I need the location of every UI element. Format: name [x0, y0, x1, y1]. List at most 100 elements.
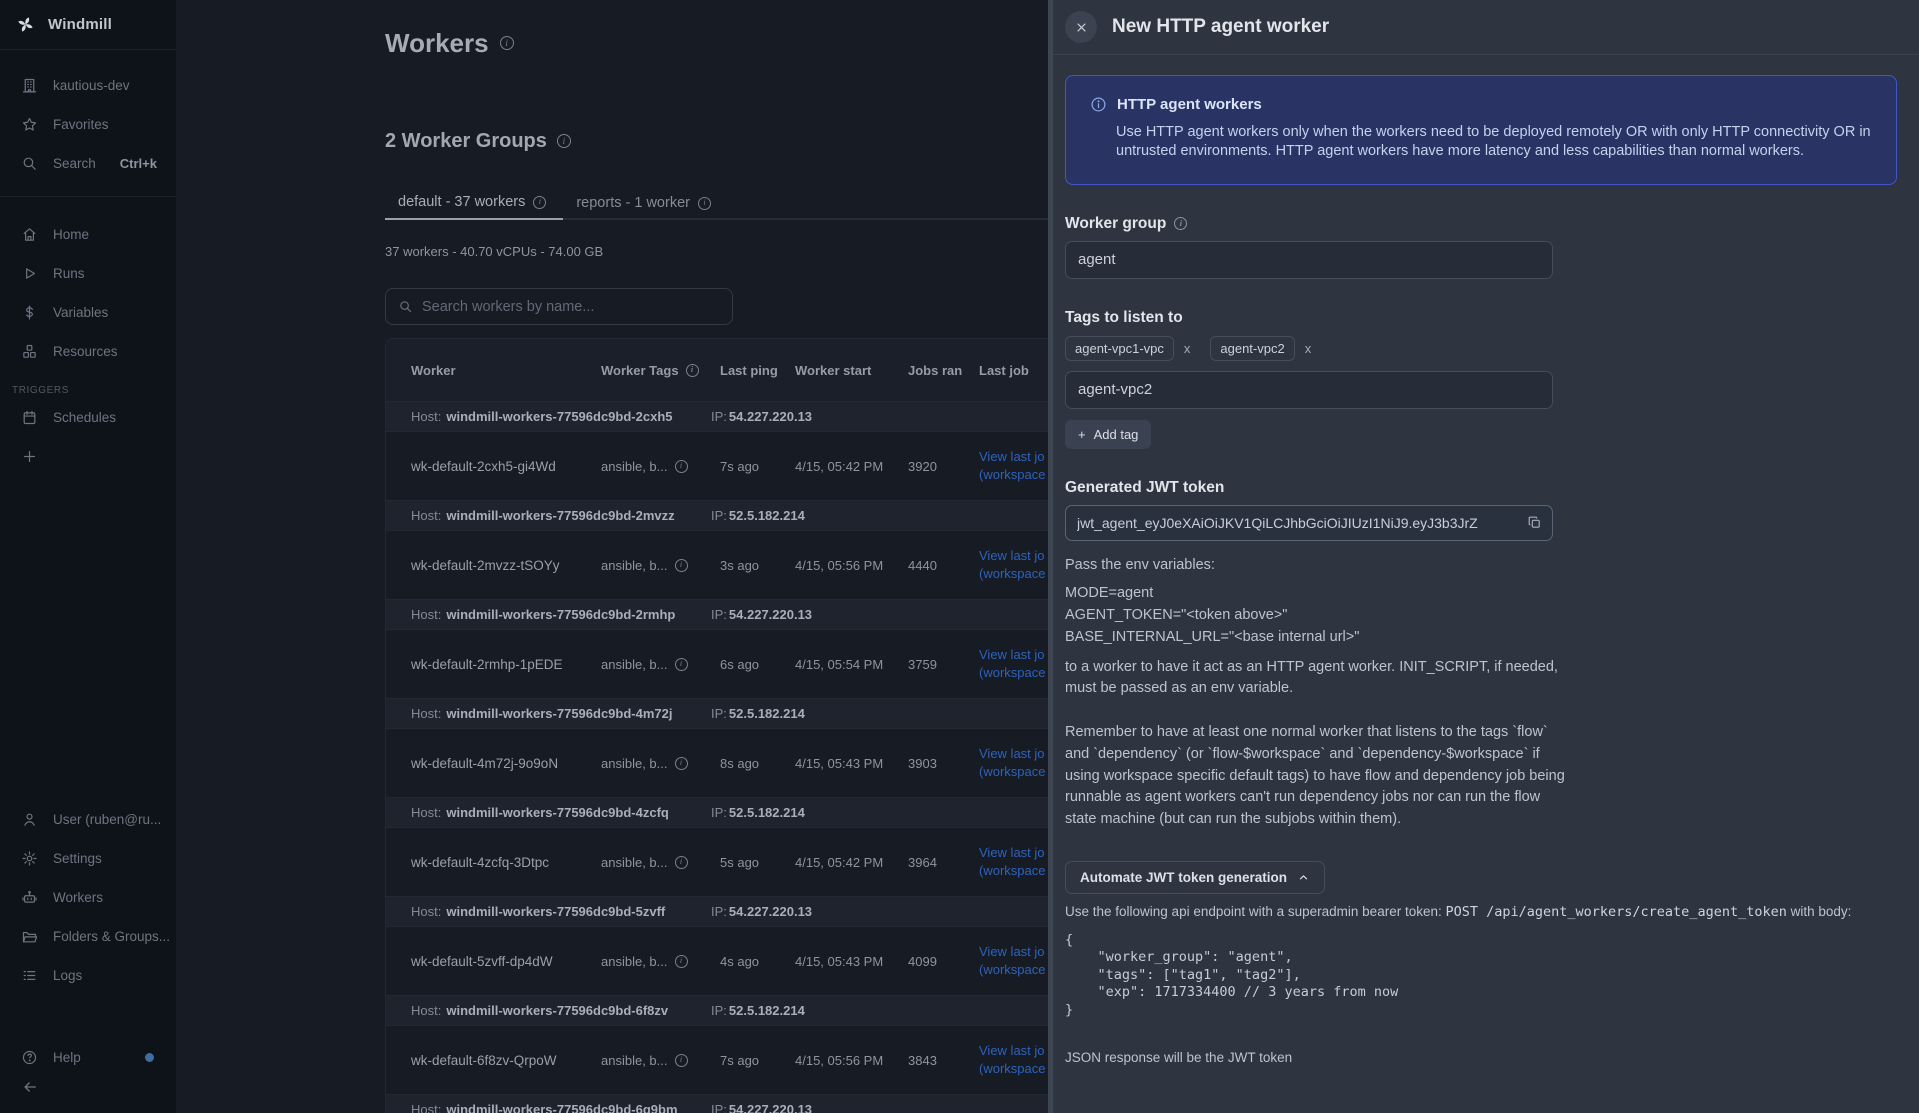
worker-name: wk-default-2rmhp-1pEDE	[411, 657, 601, 672]
worker-group-label: Worker group	[1065, 215, 1897, 233]
sidebar-item-search[interactable]: Search Ctrl+k	[0, 144, 176, 183]
chevron-up-icon	[1297, 871, 1310, 884]
ip-label: IP:	[711, 409, 727, 424]
worker-name: wk-default-2mvzz-tSOYy	[411, 558, 601, 573]
host-label: Host:	[411, 409, 441, 424]
jobs-ran: 3964	[908, 855, 979, 870]
host-ip: 54.227.220.13	[729, 409, 812, 424]
sidebar-item-user[interactable]: User (ruben@ru...	[0, 800, 176, 839]
new-tag-input[interactable]	[1065, 371, 1553, 409]
info-icon[interactable]	[675, 658, 688, 671]
worker-group-input[interactable]	[1065, 241, 1553, 279]
search-workers-input[interactable]	[422, 299, 720, 315]
sidebar-item-workers[interactable]: Workers	[0, 878, 176, 917]
host-ip: 54.227.220.13	[729, 1102, 812, 1113]
worker-search	[385, 288, 733, 325]
info-icon	[1090, 96, 1107, 113]
page-title: Workers	[385, 26, 489, 60]
info-icon[interactable]	[557, 134, 571, 148]
sidebar-item-home[interactable]: Home	[0, 215, 176, 254]
info-icon[interactable]	[675, 460, 688, 473]
tab-reports-group[interactable]: reports - 1 worker	[563, 194, 728, 220]
add-trigger-button[interactable]	[0, 437, 176, 476]
env-variables: MODE=agent AGENT_TOKEN="<token above>" B…	[1065, 583, 1897, 648]
question-circle-icon	[21, 1049, 38, 1066]
gear-icon	[21, 850, 38, 867]
drawer-title: New HTTP agent worker	[1112, 16, 1329, 38]
worker-start: 4/15, 05:43 PM	[795, 954, 908, 969]
copy-token-button[interactable]	[1525, 513, 1544, 532]
col-worker: Worker	[411, 363, 601, 378]
sidebar-item-help[interactable]: Help	[0, 1038, 176, 1077]
dollar-icon	[21, 304, 38, 321]
remove-tag-button[interactable]: x	[1301, 339, 1316, 358]
jwt-response-note: JSON response will be the JWT token	[1065, 1050, 1897, 1065]
sidebar-item-logs[interactable]: Logs	[0, 956, 176, 995]
ip-label: IP:	[711, 706, 727, 721]
sidebar-item-resources[interactable]: Resources	[0, 332, 176, 371]
drawer-resize-handle[interactable]	[1048, 0, 1053, 1113]
worker-name: wk-default-4zcfq-3Dtpc	[411, 855, 601, 870]
windmill-logo-icon	[16, 15, 35, 34]
ip-label: IP:	[711, 607, 727, 622]
worker-tags: ansible, b...	[601, 954, 668, 969]
host-name: windmill-workers-77596dc9bd-2rmhp	[446, 607, 675, 622]
info-icon[interactable]	[675, 559, 688, 572]
sidebar-item-favorites[interactable]: Favorites	[0, 105, 176, 144]
sidebar-item-label: Schedules	[53, 410, 116, 425]
tab-label: reports - 1 worker	[576, 195, 690, 211]
info-icon[interactable]	[675, 757, 688, 770]
calendar-icon	[21, 409, 38, 426]
remove-tag-button[interactable]: x	[1180, 339, 1195, 358]
env-line: AGENT_TOKEN="<token above>"	[1065, 605, 1897, 627]
host-ip: 54.227.220.13	[729, 607, 812, 622]
api-endpoint: POST /api/agent_workers/create_agent_tok…	[1445, 904, 1786, 920]
host-name: windmill-workers-77596dc9bd-2cxh5	[446, 409, 672, 424]
info-icon[interactable]	[675, 955, 688, 968]
col-last-ping: Last ping	[720, 363, 795, 378]
jwt-token-input[interactable]	[1077, 515, 1525, 531]
close-drawer-button[interactable]	[1065, 11, 1097, 43]
worker-start: 4/15, 05:42 PM	[795, 855, 908, 870]
info-icon[interactable]	[533, 196, 546, 209]
sidebar-item-folders-groups[interactable]: Folders & Groups...	[0, 917, 176, 956]
info-icon[interactable]	[1174, 217, 1187, 230]
jobs-ran: 4440	[908, 558, 979, 573]
sidebar-account-section: User (ruben@ru... Settings Workers	[0, 800, 176, 995]
sidebar-item-label: kautious-dev	[53, 78, 130, 93]
worker-name: wk-default-2cxh5-gi4Wd	[411, 459, 601, 474]
sidebar-item-label: Search	[53, 156, 96, 171]
info-icon[interactable]	[675, 856, 688, 869]
jwt-label: Generated JWT token	[1065, 479, 1897, 497]
add-tag-button[interactable]: + Add tag	[1065, 420, 1151, 449]
info-icon[interactable]	[698, 197, 711, 210]
tab-label: default - 37 workers	[398, 194, 525, 210]
col-worker-tags: Worker Tags	[601, 363, 720, 378]
worker-start: 4/15, 05:54 PM	[795, 657, 908, 672]
sidebar-item-runs[interactable]: Runs	[0, 254, 176, 293]
host-name: windmill-workers-77596dc9bd-4zcfq	[446, 805, 669, 820]
tab-default-group[interactable]: default - 37 workers	[385, 194, 563, 220]
app-logo[interactable]: Windmill	[0, 0, 176, 50]
search-shortcut: Ctrl+k	[120, 156, 157, 171]
info-icon[interactable]	[675, 1054, 688, 1067]
sidebar-item-variables[interactable]: Variables	[0, 293, 176, 332]
sidebar-item-label: Workers	[53, 890, 103, 905]
sidebar-item-schedules[interactable]: Schedules	[0, 398, 176, 437]
jobs-ran: 3759	[908, 657, 979, 672]
collapse-sidebar-button[interactable]	[21, 1078, 39, 1096]
worker-tags: ansible, b...	[601, 558, 668, 573]
host-label: Host:	[411, 805, 441, 820]
last-ping: 7s ago	[720, 459, 795, 474]
info-icon[interactable]	[686, 364, 699, 377]
sidebar-item-workspace[interactable]: kautious-dev	[0, 66, 176, 105]
remember-note: Remember to have at least one normal wor…	[1065, 722, 1570, 831]
host-name: windmill-workers-77596dc9bd-5zvff	[446, 904, 665, 919]
info-icon[interactable]	[500, 36, 514, 50]
sidebar-item-settings[interactable]: Settings	[0, 839, 176, 878]
callout-body: Use HTTP agent workers only when the wor…	[1116, 123, 1872, 162]
jwt-token-field	[1065, 505, 1553, 541]
automate-jwt-toggle[interactable]: Automate JWT token generation	[1065, 861, 1325, 894]
jobs-ran: 3903	[908, 756, 979, 771]
last-ping: 8s ago	[720, 756, 795, 771]
